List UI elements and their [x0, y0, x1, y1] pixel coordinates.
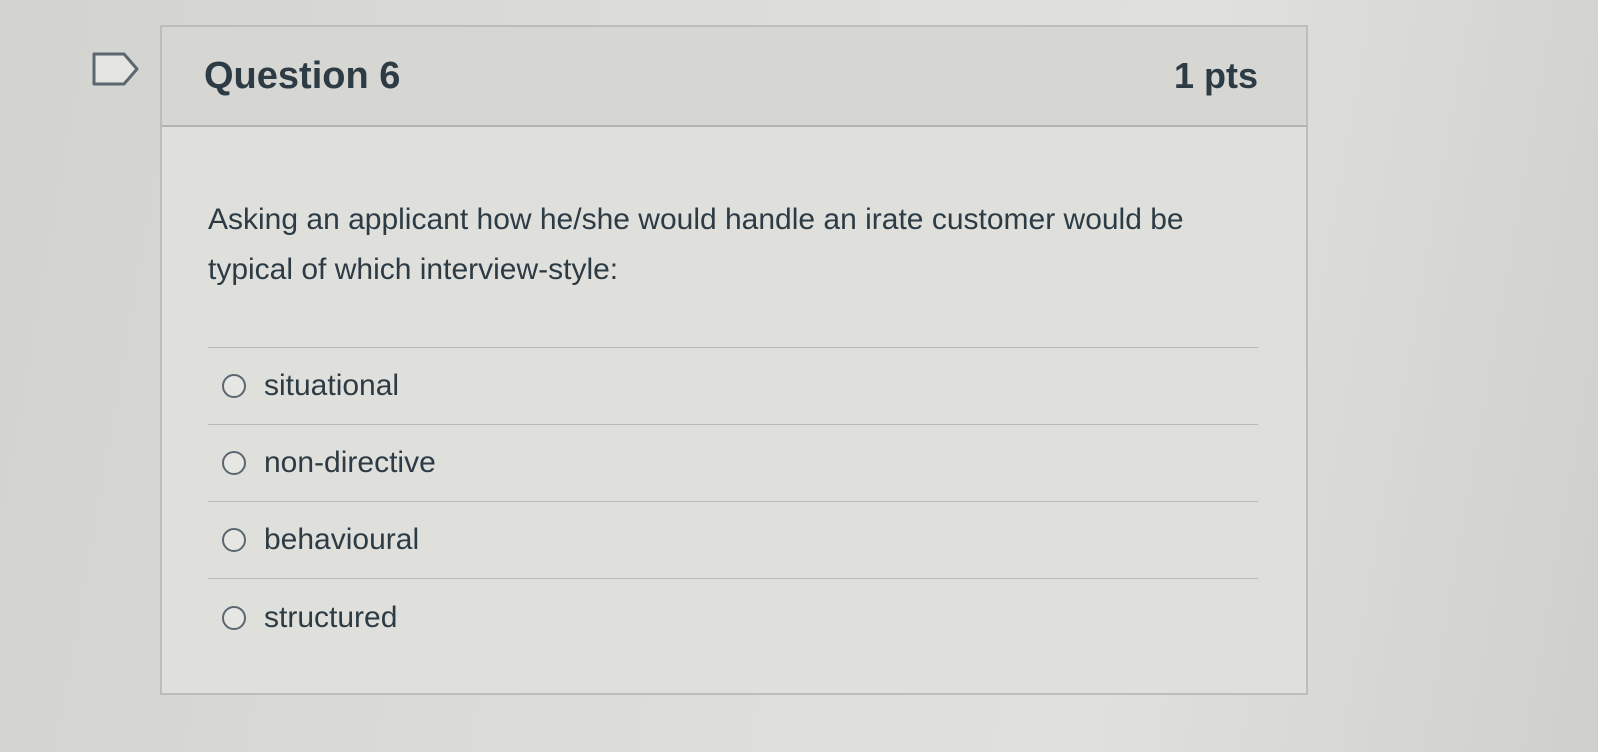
answer-label: behavioural [264, 523, 420, 556]
answer-label: situational [264, 369, 400, 402]
question-card: Question 6 1 pts Asking an applicant how… [160, 25, 1308, 695]
question-body: Asking an applicant how he/she would han… [162, 127, 1306, 656]
question-header: Question 6 1 pts [162, 27, 1306, 127]
answer-label: non-directive [264, 446, 436, 479]
radio-button[interactable] [222, 528, 246, 552]
radio-button[interactable] [222, 374, 246, 398]
radio-button[interactable] [222, 605, 246, 630]
answer-option-situational[interactable]: situational [208, 348, 1258, 425]
answer-option-non-directive[interactable]: non-directive [208, 425, 1258, 502]
answer-option-structured[interactable]: structured [208, 579, 1258, 656]
answer-list: situational non-directive behavioural st… [208, 347, 1258, 656]
answer-label: structured [264, 600, 398, 634]
answer-option-behavioural[interactable]: behavioural [208, 502, 1258, 579]
flag-question-icon[interactable] [92, 52, 140, 86]
question-text: Asking an applicant how he/she would han… [208, 203, 1184, 286]
radio-button[interactable] [222, 451, 246, 475]
question-points: 1 pts [1173, 55, 1258, 96]
question-title: Question 6 [204, 54, 401, 97]
